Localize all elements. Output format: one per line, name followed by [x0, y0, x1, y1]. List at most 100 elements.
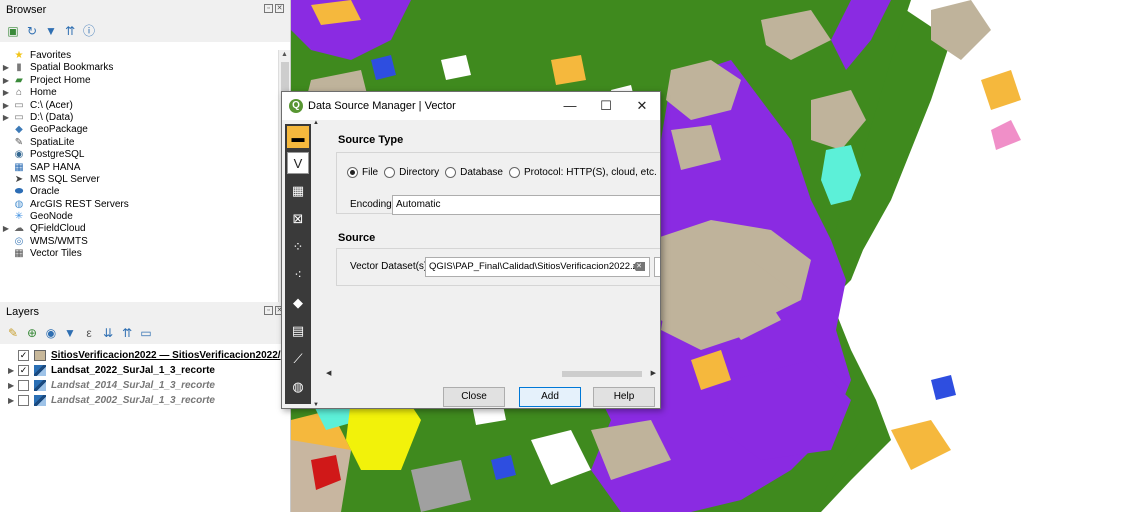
minimize-icon[interactable]: — — [552, 92, 588, 120]
browser-item-label: Vector Tiles — [30, 248, 82, 260]
dataset-path-input[interactable]: QGIS\PAP_Final\Calidad\SitiosVerificacio… — [425, 257, 650, 277]
filter-expression-icon[interactable]: ε — [82, 326, 96, 340]
style-layer-icon[interactable]: ✎ — [6, 326, 20, 340]
layer-item[interactable]: ▶ Landsat_2014_SurJal_1_3_recorte — [0, 378, 290, 393]
expand-arrow-icon[interactable]: ▶ — [8, 366, 18, 375]
layer-item[interactable]: ▶ ✓ Landsat_2022_SurJal_1_3_recorte — [0, 363, 290, 378]
layer-visibility-checkbox[interactable]: ✓ — [18, 365, 29, 376]
expand-arrow-icon[interactable]: ▶ — [0, 100, 12, 112]
browser-item[interactable]: ▦ SAP HANA — [0, 162, 278, 174]
manage-visibility-icon[interactable]: ◉ — [44, 326, 58, 340]
point-cloud-source-icon[interactable]: ⁘ — [287, 236, 309, 258]
virtual-layer-source-icon[interactable]: ⟋ — [287, 348, 309, 370]
browser-item[interactable]: ▶ ⌂ Home — [0, 87, 278, 99]
raster-source-icon[interactable]: ▦ — [287, 180, 309, 202]
browser-item[interactable]: ▶ ▭ D:\ (Data) — [0, 112, 278, 124]
geonode-icon: ✳ — [14, 211, 24, 223]
browser-item[interactable]: ◆ GeoPackage — [0, 124, 278, 136]
add-group-icon[interactable]: ⊕ — [25, 326, 39, 340]
content-hscrollbar[interactable]: ◀ ▶ — [324, 369, 658, 379]
delimited-text-source-icon[interactable]: ⁖ — [287, 264, 309, 286]
radio-directory[interactable]: Directory — [384, 167, 439, 178]
vector-tiles-icon: ▦ — [14, 248, 24, 260]
collapse-all-icon[interactable]: ⇈ — [63, 24, 77, 38]
refresh-icon[interactable]: ↻ — [25, 24, 39, 38]
browser-item[interactable]: ◎ WMS/WMTS — [0, 236, 278, 248]
dialog-title: Data Source Manager | Vector — [308, 100, 456, 112]
expand-all-icon[interactable]: ⇊ — [101, 326, 115, 340]
geopackage-source-icon[interactable]: ◆ — [287, 292, 309, 314]
browser-item[interactable]: ★ Favorites — [0, 50, 278, 62]
source-title: Source — [338, 232, 376, 244]
layer-visibility-checkbox[interactable] — [18, 380, 29, 391]
expand-arrow-icon[interactable]: ▶ — [0, 75, 12, 87]
layer-visibility-checkbox[interactable] — [18, 395, 29, 406]
drive-icon: ▭ — [14, 111, 24, 123]
browser-item-label: Home — [30, 87, 57, 99]
browser-item[interactable]: ✳ GeoNode — [0, 211, 278, 223]
float-panel-icon[interactable]: ▫ — [264, 306, 273, 315]
expand-arrow-icon[interactable]: ▶ — [0, 112, 12, 124]
float-panel-icon[interactable]: ▫ — [264, 4, 273, 13]
remove-layer-icon[interactable]: ▭ — [139, 326, 153, 340]
source-type-sidebar: ▬ V ▦ ⊠ ⁘ ⁖ ◆ ▤ ⟋ ◍ ▲ ▼ — [282, 120, 319, 408]
browser-source-icon[interactable]: ▬ — [287, 126, 309, 148]
filter-icon[interactable]: ▼ — [44, 24, 58, 38]
browse-button[interactable] — [654, 257, 660, 277]
add-layers-icon[interactable]: ▣ — [6, 24, 20, 38]
expand-arrow-icon[interactable]: ▶ — [8, 396, 18, 405]
expand-arrow-icon[interactable]: ▶ — [0, 87, 12, 99]
gps-source-icon[interactable]: ▤ — [287, 320, 309, 342]
sidebar-scrollbar[interactable]: ▲ ▼ — [313, 120, 319, 408]
spatialite-source-icon[interactable]: ◍ — [287, 376, 309, 398]
dataset-path-text: QGIS\PAP_Final\Calidad\SitiosVerificacio… — [429, 261, 645, 272]
browser-item[interactable]: ▶ ▭ C:\ (Acer) — [0, 100, 278, 112]
layer-visibility-checkbox[interactable]: ✓ — [18, 350, 29, 361]
browser-item-label: Spatial Bookmarks — [30, 62, 114, 74]
close-button[interactable]: Close — [443, 387, 505, 407]
info-icon[interactable]: ⓘ — [82, 24, 96, 38]
radio-protocol[interactable]: Protocol: HTTP(S), cloud, etc. — [508, 167, 657, 178]
mssql-icon: ➤ — [14, 173, 24, 185]
layer-label: Landsat_2022_SurJal_1_3_recorte — [51, 365, 215, 376]
browser-item[interactable]: ◍ ArcGIS REST Servers — [0, 199, 278, 211]
encoding-select[interactable]: Automatic — [392, 195, 660, 215]
data-source-manager-dialog: Q Data Source Manager | Vector — ☐ ✕ ▬ V… — [281, 91, 661, 409]
layer-item[interactable]: ▶ Landsat_2002_SurJal_1_3_recorte — [0, 393, 290, 408]
radio-database[interactable]: Database — [445, 167, 503, 178]
collapse-all-icon[interactable]: ⇈ — [120, 326, 134, 340]
browser-item[interactable]: ➤ MS SQL Server — [0, 174, 278, 186]
vector-source-icon[interactable]: V — [287, 152, 309, 174]
layers-panel: Layers ▫ ✕ ✎ ⊕ ◉ ▼ ε ⇊ ⇈ ▭ ✓ SitiosVerif… — [0, 302, 291, 512]
sidebar-strip: ▬ V ▦ ⊠ ⁘ ⁖ ◆ ▤ ⟋ ◍ — [285, 124, 311, 404]
radio-group: File Directory Database Protocol: HTTP(S… — [347, 167, 660, 178]
browser-item[interactable]: ✎ SpatiaLite — [0, 137, 278, 149]
browser-item[interactable]: ▦ Vector Tiles — [0, 248, 278, 260]
browser-item[interactable]: ▶ ▰ Project Home — [0, 75, 278, 87]
close-panel-icon[interactable]: ✕ — [275, 4, 284, 13]
qgis-logo-icon: Q — [289, 99, 303, 113]
help-button[interactable]: Help — [593, 387, 655, 407]
expand-arrow-icon[interactable]: ▶ — [8, 381, 18, 390]
filter-legend-icon[interactable]: ▼ — [63, 326, 77, 340]
scroll-up-icon[interactable]: ▲ — [279, 50, 290, 60]
mesh-source-icon[interactable]: ⊠ — [287, 208, 309, 230]
close-icon[interactable]: ✕ — [624, 92, 660, 120]
expand-arrow-icon[interactable]: ▶ — [0, 223, 12, 235]
raster-layer-icon — [34, 395, 46, 406]
browser-item[interactable]: ▶ ▮ Spatial Bookmarks — [0, 62, 278, 74]
browser-item[interactable]: ▶ ☁ QFieldCloud — [0, 223, 278, 235]
browser-item-label: Favorites — [30, 50, 72, 61]
layer-item[interactable]: ✓ SitiosVerificacion2022 — SitiosVerific… — [0, 348, 290, 363]
expand-arrow-icon[interactable]: ▶ — [0, 62, 12, 74]
browser-item-label: GeoNode — [30, 211, 73, 223]
dialog-titlebar[interactable]: Q Data Source Manager | Vector — ☐ ✕ — [282, 92, 660, 120]
radio-file[interactable]: File — [347, 167, 378, 178]
bookmark-icon: ▮ — [16, 62, 22, 74]
maximize-icon[interactable]: ☐ — [588, 92, 624, 120]
browser-item-label: MS SQL Server — [30, 173, 100, 185]
geopackage-icon: ◆ — [15, 124, 23, 136]
browser-item[interactable]: ⬬ Oracle — [0, 186, 278, 198]
browser-item[interactable]: ◉ PostgreSQL — [0, 149, 278, 161]
add-button[interactable]: Add — [519, 387, 581, 407]
